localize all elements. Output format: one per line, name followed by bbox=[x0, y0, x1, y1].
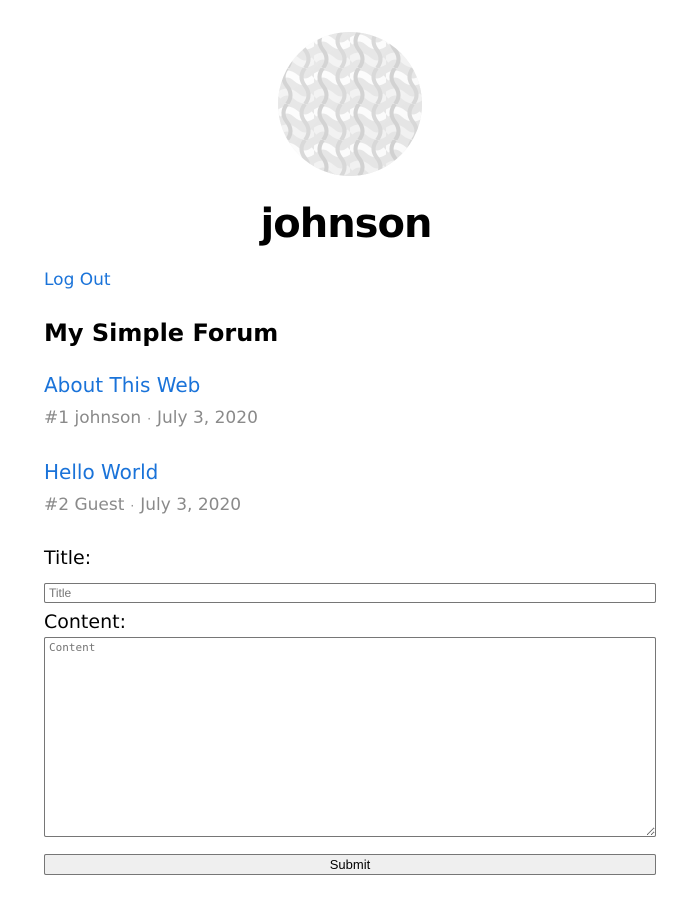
post-title-link[interactable]: Hello World bbox=[44, 459, 158, 485]
post-title-link[interactable]: About This Web bbox=[44, 372, 200, 398]
content-textarea[interactable] bbox=[44, 637, 656, 837]
post-author: Guest bbox=[74, 495, 125, 515]
post-date: July 3, 2020 bbox=[140, 495, 242, 515]
page-title: My Simple Forum bbox=[44, 319, 279, 347]
submit-button[interactable]: Submit bbox=[44, 854, 656, 875]
post-author: johnson bbox=[74, 408, 142, 428]
avatar bbox=[278, 32, 422, 176]
post-date: July 3, 2020 bbox=[157, 408, 258, 428]
profile-username: johnson bbox=[260, 201, 433, 247]
meta-separator: · bbox=[130, 499, 135, 513]
post-meta: #2 Guest · July 3, 2020 bbox=[44, 494, 241, 517]
post-meta: #1 johnson · July 3, 2020 bbox=[44, 407, 258, 430]
title-input[interactable] bbox=[44, 583, 656, 603]
content-label: Content: bbox=[44, 611, 126, 633]
post-number: #1 bbox=[44, 408, 70, 428]
woven-pattern-avatar-icon bbox=[278, 32, 422, 176]
meta-separator: · bbox=[147, 412, 152, 426]
post-number: #2 bbox=[44, 495, 70, 515]
title-label: Title: bbox=[44, 547, 92, 569]
logout-link[interactable]: Log Out bbox=[44, 269, 111, 291]
